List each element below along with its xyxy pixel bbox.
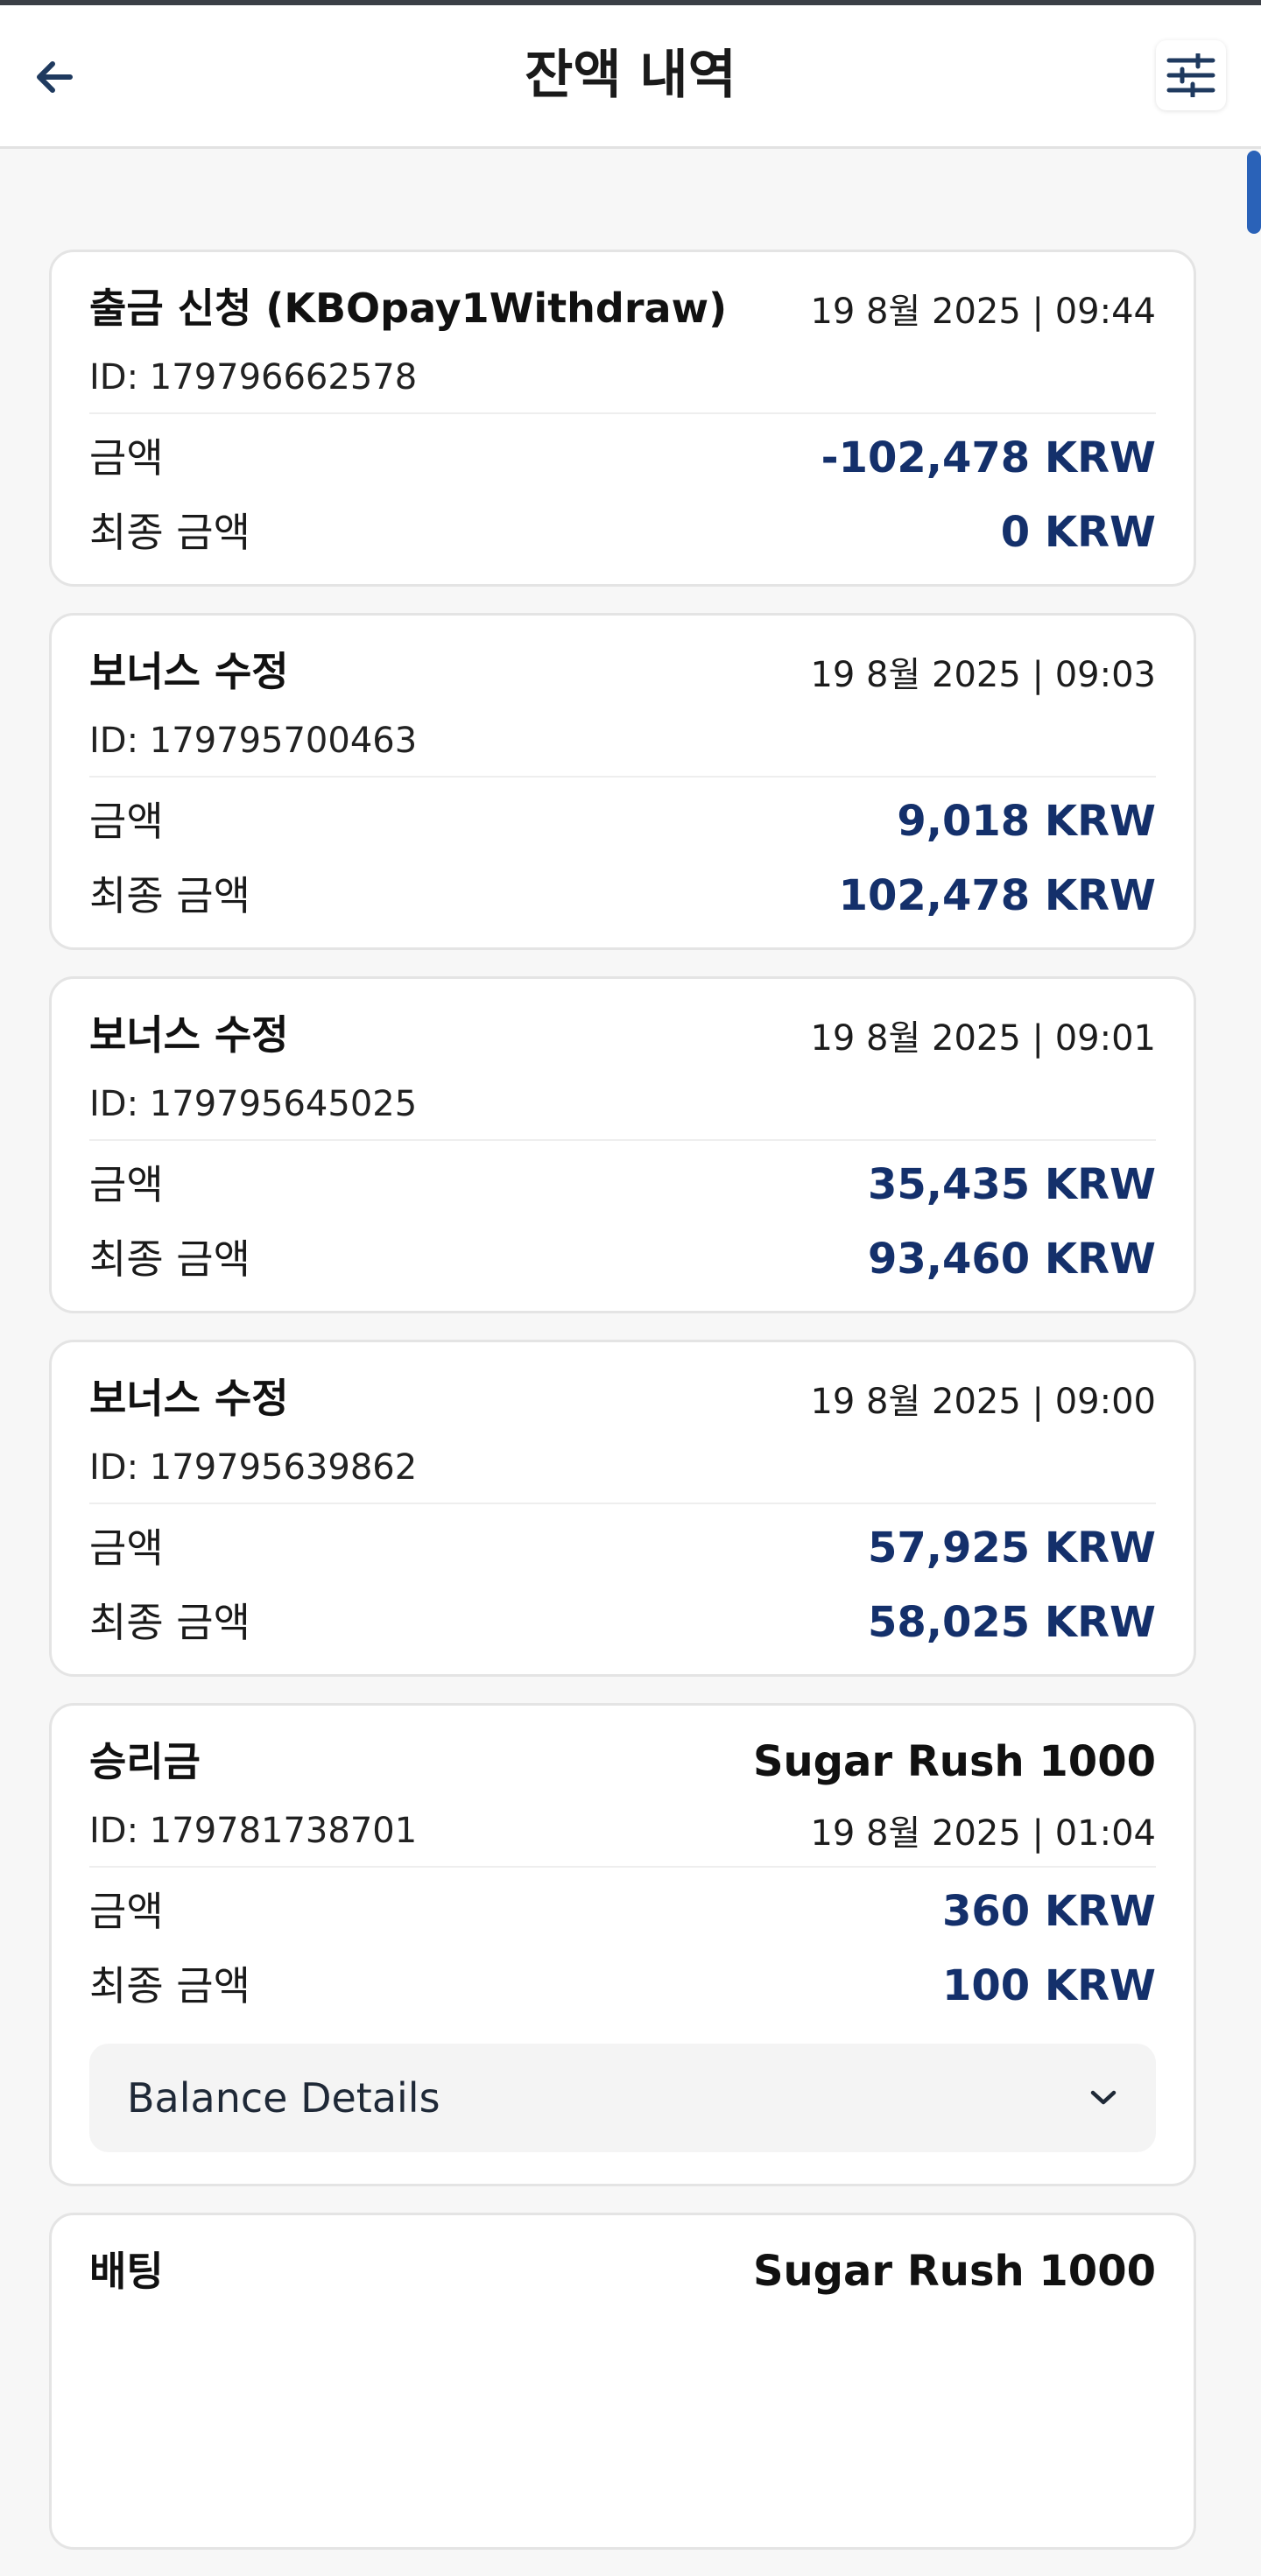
game-name: Sugar Rush 1000 (752, 1737, 1156, 1786)
transaction-date: 19 8월 2025 | 09:00 (810, 1382, 1156, 1422)
final-amount-label: 최종 금액 (89, 1599, 250, 1646)
transaction-type: 출금 신청 (KBOpay1Withdraw) (89, 285, 728, 332)
final-amount-value: 58,025 KRW (867, 1598, 1156, 1647)
divider (89, 776, 1156, 778)
balance-details-label: Balance Details (127, 2074, 440, 2122)
amount-label: 금액 (89, 434, 164, 482)
transaction-id: ID: 179795639862 (89, 1447, 418, 1488)
final-amount-value: 100 KRW (941, 1961, 1156, 2010)
transaction-card[interactable]: 보너스 수정 19 8월 2025 | 09:03 ID: 1797957004… (49, 613, 1196, 950)
transaction-id: ID: 179795645025 (89, 1084, 418, 1124)
final-amount-label: 최종 금액 (89, 1235, 250, 1283)
transaction-id: ID: 179781738701 (89, 1811, 418, 1851)
sliders-icon (1166, 53, 1215, 97)
transaction-date: 19 8월 2025 | 09:03 (810, 655, 1156, 695)
transaction-id: ID: 179796662578 (89, 357, 418, 398)
chevron-down-icon (1082, 2077, 1124, 2119)
final-amount-value: 102,478 KRW (838, 871, 1156, 920)
transaction-type: 승리금 (89, 1738, 201, 1785)
final-amount-label: 최종 금액 (89, 509, 250, 556)
transaction-card[interactable]: 보너스 수정 19 8월 2025 | 09:00 ID: 1797956398… (49, 1340, 1196, 1677)
transaction-type: 배팅 (89, 2248, 164, 2295)
amount-value: -102,478 KRW (821, 433, 1156, 482)
final-amount-label: 최종 금액 (89, 1962, 250, 2009)
amount-value: 9,018 KRW (897, 797, 1156, 846)
scrollbar-thumb[interactable] (1247, 151, 1261, 234)
app-header: 잔액 내역 (0, 5, 1261, 149)
transaction-type: 보너스 수정 (89, 648, 289, 695)
transaction-card[interactable]: 배팅 Sugar Rush 1000 (49, 2213, 1196, 2550)
transaction-list: 출금 신청 (KBOpay1Withdraw) 19 8월 2025 | 09:… (49, 250, 1196, 2576)
transaction-type: 보너스 수정 (89, 1375, 289, 1422)
amount-label: 금액 (89, 1888, 164, 1935)
transaction-date: 19 8월 2025 | 01:04 (810, 1813, 1156, 1854)
amount-value: 360 KRW (941, 1887, 1156, 1936)
divider (89, 1503, 1156, 1504)
filter-button[interactable] (1156, 40, 1226, 110)
divider (89, 1139, 1156, 1141)
divider (89, 1866, 1156, 1868)
final-amount-value: 0 KRW (1000, 508, 1156, 557)
page-title: 잔액 내역 (525, 45, 736, 106)
final-amount-value: 93,460 KRW (867, 1235, 1156, 1284)
divider (89, 412, 1156, 414)
transaction-card[interactable]: 보너스 수정 19 8월 2025 | 09:01 ID: 1797956450… (49, 976, 1196, 1313)
transaction-id: ID: 179795700463 (89, 721, 418, 761)
final-amount-label: 최종 금액 (89, 872, 250, 919)
amount-label: 금액 (89, 1524, 164, 1572)
amount-value: 57,925 KRW (867, 1524, 1156, 1573)
transaction-card[interactable]: 출금 신청 (KBOpay1Withdraw) 19 8월 2025 | 09:… (49, 250, 1196, 587)
transaction-date: 19 8월 2025 | 09:01 (810, 1018, 1156, 1059)
game-name: Sugar Rush 1000 (752, 2247, 1156, 2296)
balance-details-toggle[interactable]: Balance Details (89, 2044, 1156, 2152)
transaction-type: 보너스 수정 (89, 1011, 289, 1059)
transaction-card[interactable]: 승리금 Sugar Rush 1000 ID: 179781738701 19 … (49, 1703, 1196, 2186)
amount-value: 35,435 KRW (867, 1160, 1156, 1209)
amount-label: 금액 (89, 798, 164, 845)
transaction-date: 19 8월 2025 | 09:44 (810, 292, 1156, 332)
amount-label: 금액 (89, 1161, 164, 1208)
